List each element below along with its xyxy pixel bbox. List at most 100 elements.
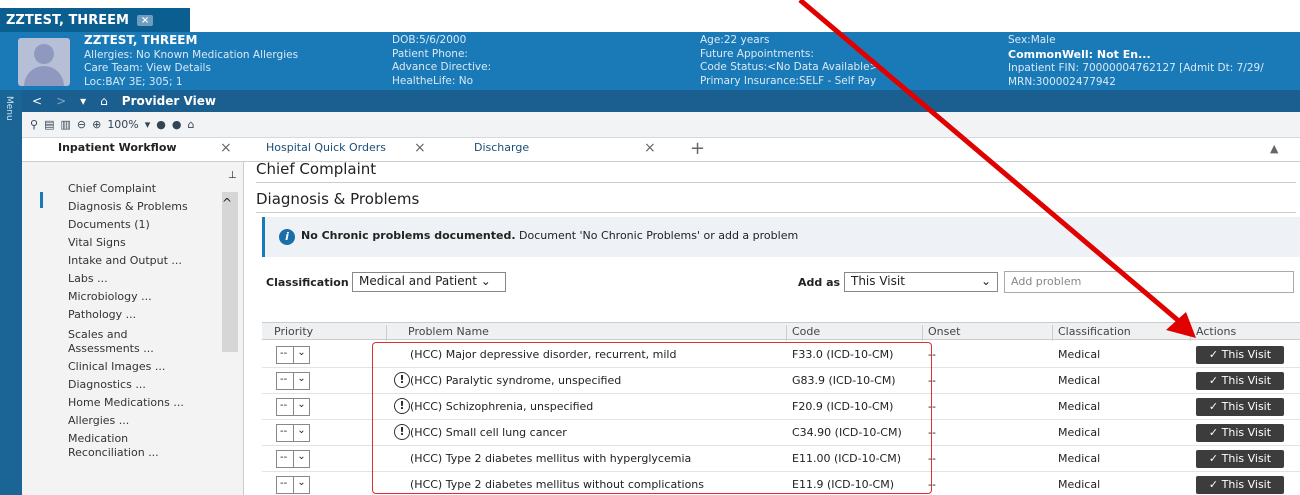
priority-select[interactable]: -- ⌄ [276,346,310,364]
close-icon[interactable]: × [644,140,656,156]
priority-select[interactable]: -- ⌄ [276,372,310,390]
info-text[interactable]: Document 'No Chronic Problems' or add a … [519,229,798,242]
classification-select[interactable]: Medical and Patient ⌄ [352,272,506,292]
add-as-select[interactable]: This Visit ⌄ [844,272,998,292]
sidebar-item[interactable]: Chief Complaint [68,182,156,196]
scrollbar[interactable] [222,192,238,352]
sidebar-item[interactable]: Assessments ... [68,342,154,356]
sidebar-item[interactable]: Labs ... [68,272,108,286]
print-all-icon[interactable]: ▥ [60,118,70,131]
close-icon[interactable]: × [220,140,232,156]
circle-icon[interactable]: ● [172,118,182,131]
this-visit-button[interactable]: ✓ This Visit [1196,346,1284,364]
col-priority[interactable]: Priority [274,325,313,338]
priority-select[interactable]: -- ⌄ [276,398,310,416]
sidebar-item[interactable]: Medication [68,432,128,446]
add-problem-input[interactable]: Add problem [1004,271,1294,293]
patient-name[interactable]: ZZTEST, THREEM [84,33,197,47]
close-icon[interactable]: × [136,14,154,26]
pin-icon[interactable]: ⊥ [228,170,237,181]
warning-icon[interactable]: ! [394,398,410,414]
back-button[interactable]: < [32,94,42,108]
col-classification[interactable]: Classification [1058,325,1131,338]
tab-inpatient-workflow[interactable]: Inpatient Workflow [58,141,177,154]
zoom-in-icon[interactable]: ⊕ [92,118,101,131]
print-icon[interactable]: ▤ [44,118,54,131]
sidebar-item[interactable]: Home Medications ... [68,396,184,410]
chevron-up-icon[interactable]: ^ [222,196,232,210]
patient-banner: ZZTEST, THREEM Allergies: No Known Medic… [0,32,1300,90]
col-code[interactable]: Code [792,325,820,338]
sidebar: ⊥ ^ Chief Complaint Diagnosis & Problems D… [22,162,244,495]
table-row[interactable]: -- ⌄ (HCC) Type 2 diabetes mellitus with h… [262,446,1300,472]
patient-tab[interactable]: ZZTEST, THREEM × [0,8,190,32]
priority-select[interactable]: -- ⌄ [276,424,310,442]
sidebar-item[interactable]: Reconciliation ... [68,446,159,460]
bell-icon[interactable]: ▲ [1270,142,1278,155]
home-icon[interactable]: ⌂ [100,94,108,108]
zoom-level[interactable]: 100% [107,118,138,131]
care-team[interactable]: Care Team: View Details [84,62,211,74]
chevron-down-icon[interactable]: ▾ [145,118,151,131]
table-row[interactable]: -- ⌄ (HCC) Type 2 diabetes mellitus withou… [262,472,1300,495]
sidebar-item[interactable]: Documents (1) [68,218,150,232]
problem-name[interactable]: (HCC) Type 2 diabetes mellitus with hype… [410,452,691,465]
problem-name[interactable]: (HCC) Major depressive disorder, recurre… [410,348,676,361]
future-appointments[interactable]: Future Appointments: [700,48,814,60]
this-visit-button[interactable]: ✓ This Visit [1196,450,1284,468]
warning-icon[interactable]: ! [394,424,410,440]
classification-label: Classification [266,276,349,289]
problem-name[interactable]: (HCC) Type 2 diabetes mellitus without c… [410,478,704,491]
sidebar-item[interactable]: Intake and Output ... [68,254,182,268]
sidebar-item[interactable]: Scales and [68,328,128,342]
sidebar-item[interactable]: Pathology ... [68,308,136,322]
sidebar-item[interactable]: Diagnostics ... [68,378,146,392]
table-row[interactable]: -- ⌄! (HCC) Schizophrenia, unspecified F20.… [262,394,1300,420]
col-problem-name[interactable]: Problem Name [408,325,489,338]
table-row[interactable]: -- ⌄! (HCC) Small cell lung cancer C34.90 (… [262,420,1300,446]
sidebar-item[interactable]: Vital Signs [68,236,126,250]
code-status: Code Status:<No Data Available> [700,61,879,73]
sidebar-item[interactable]: Allergies ... [68,414,129,428]
circle-icon[interactable]: ● [156,118,166,131]
sidebar-item[interactable]: Diagnosis & Problems [68,200,188,214]
info-bold: No Chronic problems documented. [301,229,516,242]
table-row[interactable]: -- ⌄ (HCC) Major depressive disorder, recu… [262,342,1300,368]
sidebar-item[interactable]: Microbiology ... [68,290,152,304]
commonwell[interactable]: CommonWell: Not En... [1008,48,1151,61]
this-visit-button[interactable]: ✓ This Visit [1196,424,1284,442]
active-indicator [40,192,43,208]
priority-select[interactable]: -- ⌄ [276,450,310,468]
zoom-out-icon[interactable]: ⊖ [77,118,86,131]
this-visit-button[interactable]: ✓ This Visit [1196,372,1284,390]
sidebar-item[interactable]: Clinical Images ... [68,360,165,374]
table-row[interactable]: -- ⌄! (HCC) Paralytic syndrome, unspecifie… [262,368,1300,394]
warning-icon[interactable]: ! [394,372,410,388]
chevron-down-icon: ⌄ [293,347,309,363]
sex: Sex:Male [1008,34,1056,46]
chevron-down-icon: ⌄ [293,477,309,493]
this-visit-button[interactable]: ✓ This Visit [1196,398,1284,416]
col-onset[interactable]: Onset [928,325,960,338]
tab-discharge[interactable]: Discharge [474,141,529,154]
forward-button[interactable]: > [56,94,66,108]
this-visit-button[interactable]: ✓ This Visit [1196,476,1284,494]
problem-onset: -- [928,426,936,439]
priority-select[interactable]: -- ⌄ [276,476,310,494]
problem-name[interactable]: (HCC) Paralytic syndrome, unspecified [410,374,621,387]
binoculars-icon[interactable]: ⚲ [30,118,38,131]
problem-onset: -- [928,374,936,387]
home-icon[interactable]: ⌂ [188,118,195,131]
chevron-down-icon: ⌄ [293,399,309,415]
tab-hospital-quick-orders[interactable]: Hospital Quick Orders [266,141,386,154]
problem-classification: Medical [1058,452,1101,465]
problem-name[interactable]: (HCC) Small cell lung cancer [410,426,567,439]
add-tab-icon[interactable]: + [690,138,705,159]
menu-strip[interactable]: Menu [0,90,22,495]
problem-name[interactable]: (HCC) Schizophrenia, unspecified [410,400,593,413]
primary-insurance: Primary Insurance:SELF - Self Pay [700,74,877,87]
chevron-down-icon[interactable]: ▾ [80,94,86,108]
allergies[interactable]: Allergies: No Known Medication Allergies [84,49,298,61]
problem-code: C34.90 (ICD-10-CM) [792,426,902,439]
close-icon[interactable]: × [414,140,426,156]
